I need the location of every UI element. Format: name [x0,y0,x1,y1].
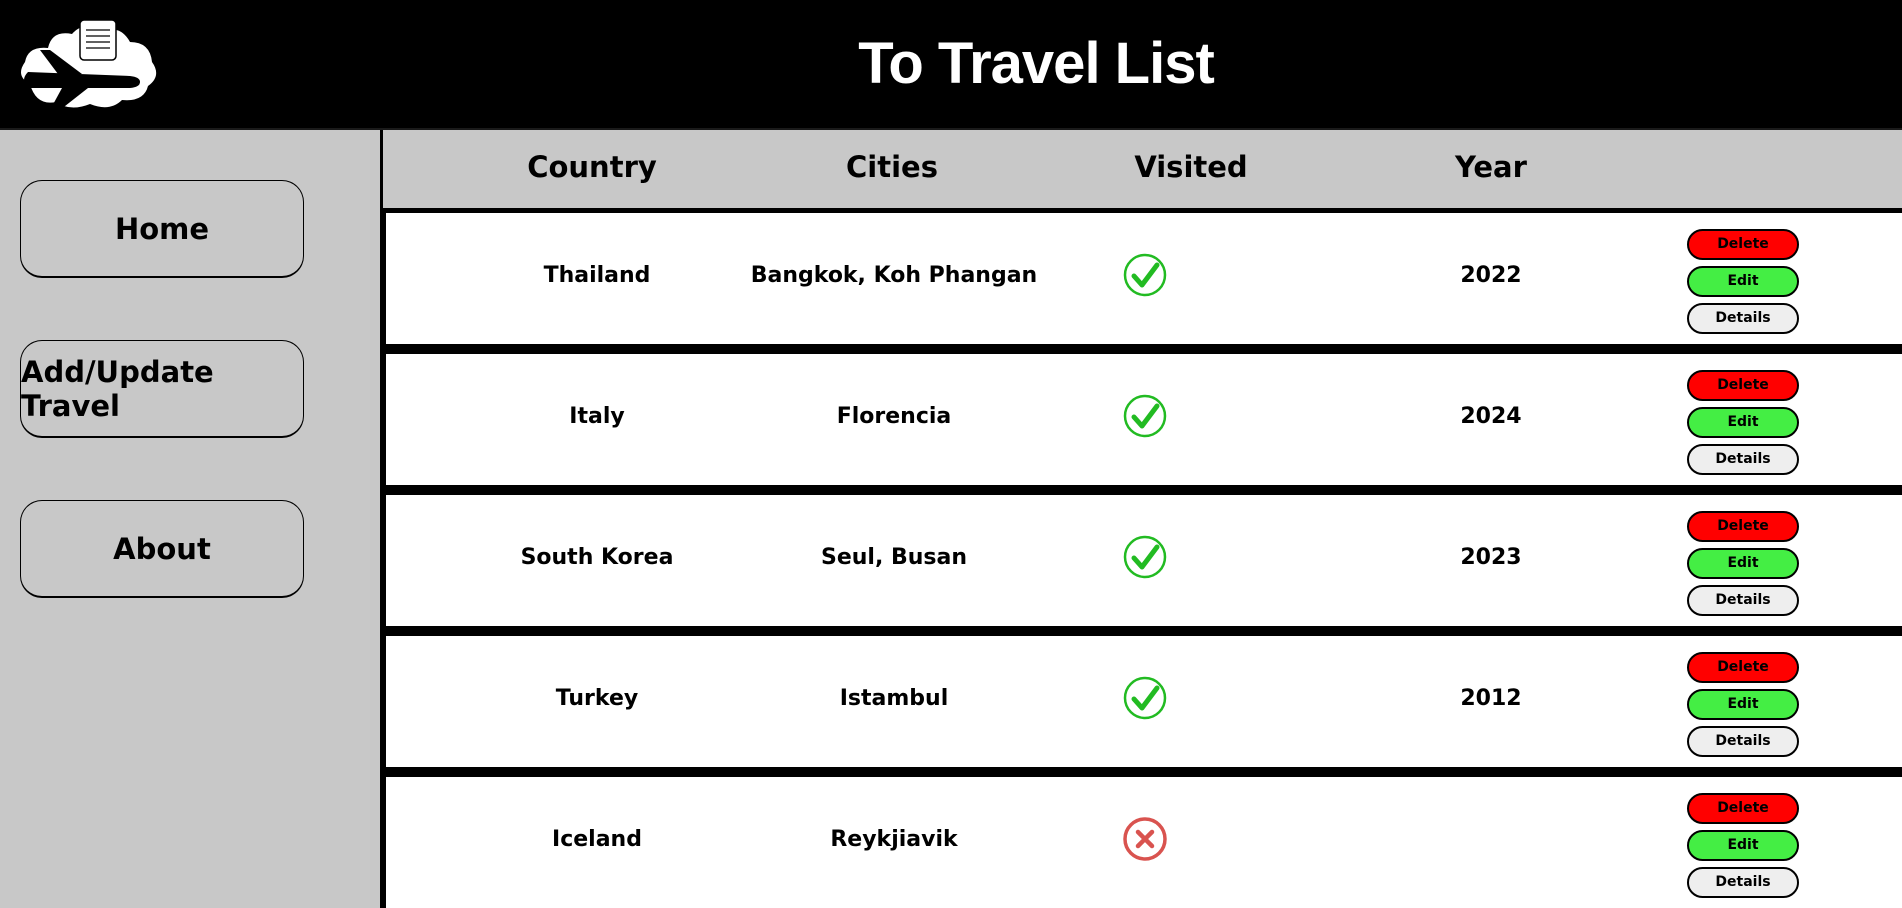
details-button[interactable]: Details [1687,726,1799,757]
cities-cell: Istambul [839,686,949,711]
details-button[interactable]: Details [1687,867,1799,898]
cities-cell: Florencia [836,404,952,429]
page-title: To Travel List [858,31,1215,96]
column-header-country: Country [527,150,657,184]
nav-home-button[interactable]: Home [20,180,304,278]
edit-button[interactable]: Edit [1687,548,1799,579]
edit-button[interactable]: Edit [1687,407,1799,438]
country-cell: Italy [569,404,625,429]
delete-button[interactable]: Delete [1687,511,1799,542]
year-cell: 2012 [1460,686,1522,711]
not-visited-x-icon [1123,817,1167,861]
table-row: Turkey Istambul 2012 Delete Edit Details [386,636,1902,767]
nav-about-button[interactable]: About [20,500,304,598]
delete-button[interactable]: Delete [1687,370,1799,401]
cities-cell: Bangkok, Koh Phangan [750,263,1038,288]
details-button[interactable]: Details [1687,444,1799,475]
visited-check-icon [1123,394,1167,438]
column-header-cities: Cities [846,150,938,184]
travel-table: Country Cities Visited Year Thailand Ban… [383,130,1902,908]
table-row: Italy Florencia 2024 Delete Edit Details [386,354,1902,485]
details-button[interactable]: Details [1687,585,1799,616]
row-actions: Delete Edit Details [1687,793,1799,904]
delete-button[interactable]: Delete [1687,229,1799,260]
visited-check-icon [1123,535,1167,579]
year-cell: 2023 [1460,545,1522,570]
row-actions: Delete Edit Details [1687,652,1799,763]
column-header-visited: Visited [1134,150,1248,184]
edit-button[interactable]: Edit [1687,689,1799,720]
edit-button[interactable]: Edit [1687,266,1799,297]
year-cell: 2024 [1460,404,1522,429]
cities-cell: Seul, Busan [820,545,968,570]
country-cell: Thailand [543,263,651,288]
sidebar: Home Add/Update Travel About [0,130,383,908]
row-actions: Delete Edit Details [1687,229,1799,340]
visited-check-icon [1123,253,1167,297]
edit-button[interactable]: Edit [1687,830,1799,861]
year-cell: 2022 [1460,263,1522,288]
visited-check-icon [1123,676,1167,720]
row-actions: Delete Edit Details [1687,370,1799,481]
nav-add-update-travel-button[interactable]: Add/Update Travel [20,340,304,438]
delete-button[interactable]: Delete [1687,652,1799,683]
table-row: Thailand Bangkok, Koh Phangan 2022 Delet… [386,213,1902,344]
app-header: To Travel List [0,0,1902,130]
table-row: South Korea Seul, Busan 2023 Delete Edit… [386,495,1902,626]
table-header: Country Cities Visited Year [383,130,1902,208]
table-row: Iceland Reykjiavik Delete Edit Details [386,777,1902,908]
details-button[interactable]: Details [1687,303,1799,334]
country-cell: South Korea [520,545,674,570]
country-cell: Iceland [552,827,642,852]
cities-cell: Reykjiavik [830,827,958,852]
country-cell: Turkey [555,686,639,711]
row-actions: Delete Edit Details [1687,511,1799,622]
delete-button[interactable]: Delete [1687,793,1799,824]
column-header-year: Year [1455,150,1527,184]
